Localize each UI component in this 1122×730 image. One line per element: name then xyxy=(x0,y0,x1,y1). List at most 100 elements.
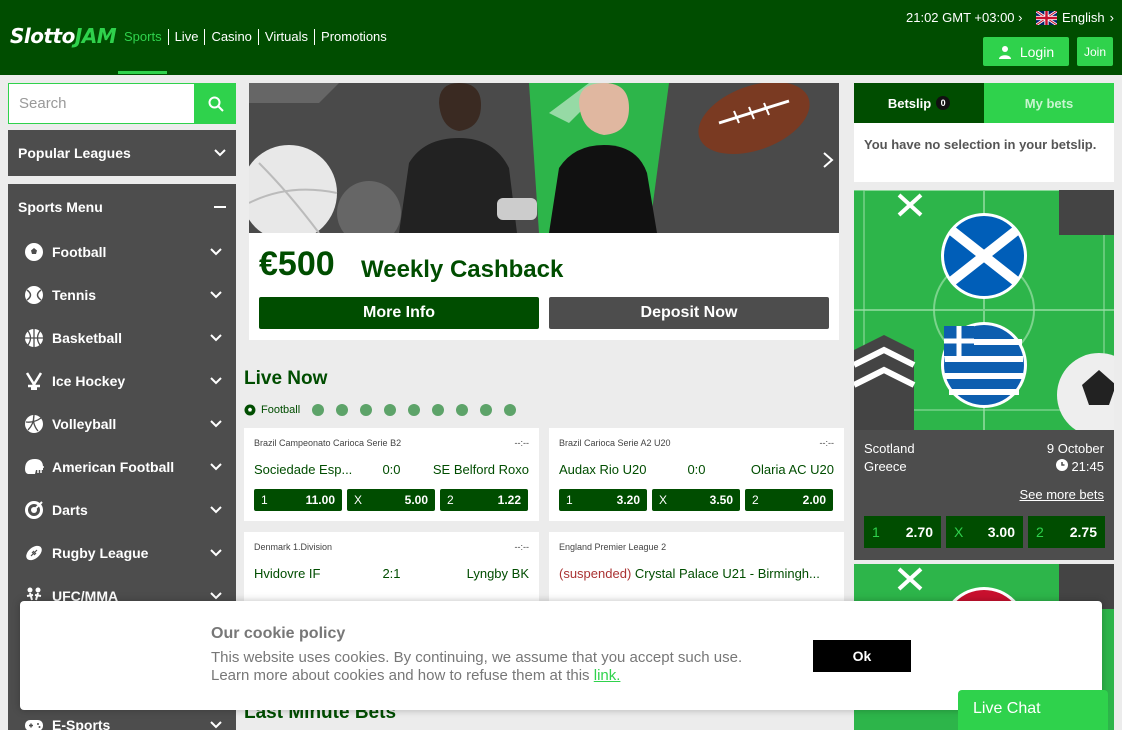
odds-away-button[interactable]: 2 2.00 xyxy=(745,489,833,511)
away-team: Lyngby BK xyxy=(466,566,529,581)
odds-row: 1 3.20 X 3.50 2 2.00 xyxy=(559,489,833,511)
login-button[interactable]: Login xyxy=(983,37,1069,66)
chevron-down-icon xyxy=(210,333,222,341)
sidebar-item-darts[interactable]: Darts xyxy=(8,488,236,531)
active-nav-indicator xyxy=(118,71,167,74)
american-football-helmet-icon xyxy=(23,456,45,478)
sidebar-item-tennis[interactable]: Tennis xyxy=(8,273,236,316)
clock-icon xyxy=(1055,459,1068,471)
nav-live[interactable]: Live xyxy=(167,29,205,45)
betslip-empty-message: You have no selection in your betslip. xyxy=(854,123,1114,182)
search-bar: Search xyxy=(8,83,236,124)
filter-cricket[interactable] xyxy=(408,404,421,416)
promo-amount: €500 xyxy=(259,245,335,283)
match-league: Brazil Campeonato Carioca Serie B2 xyxy=(254,438,402,448)
featured-odds-row: 1 2.70 X 3.00 2 2.75 xyxy=(864,516,1105,548)
sidebar-item-football[interactable]: Football xyxy=(8,230,236,273)
more-info-button[interactable]: More Info xyxy=(259,297,539,329)
deposit-now-button[interactable]: Deposit Now xyxy=(549,297,829,329)
sidebar-item-volleyball[interactable]: Volleyball xyxy=(8,402,236,445)
chevron-down-icon xyxy=(210,591,222,599)
cookie-ok-button[interactable]: Ok xyxy=(813,640,911,672)
chevron-down-icon xyxy=(214,149,226,157)
odds-away-button[interactable]: 2 2.75 xyxy=(1028,516,1105,548)
badminton-icon xyxy=(432,404,445,416)
chevron-down-icon xyxy=(210,290,222,298)
featured-match-card[interactable]: Scotland Greece 9 October 21:45 See more… xyxy=(854,190,1114,560)
chevron-down-icon xyxy=(210,462,222,470)
nav-promotions[interactable]: Promotions xyxy=(314,29,393,45)
volleyball-icon xyxy=(360,404,373,416)
join-button[interactable]: Join xyxy=(1077,37,1113,66)
collapse-icon[interactable] xyxy=(214,206,226,208)
match-card[interactable]: Brazil Campeonato Carioca Serie B2 --:--… xyxy=(244,428,539,521)
betslip-count-badge: 0 xyxy=(936,96,951,110)
nav-casino[interactable]: Casino xyxy=(204,29,257,45)
basketball-icon xyxy=(23,327,45,349)
promo-title: Weekly Cashback xyxy=(361,256,564,283)
cookie-policy-link[interactable]: link. xyxy=(594,667,621,684)
football-icon xyxy=(23,241,45,263)
tab-my-bets[interactable]: My bets xyxy=(984,83,1114,123)
tab-betslip[interactable]: Betslip 0 xyxy=(854,83,984,123)
live-chat-button[interactable]: Live Chat xyxy=(958,690,1108,730)
filter-badminton[interactable] xyxy=(432,404,445,416)
match-league: Denmark 1.Division xyxy=(254,542,333,552)
cookie-title: Our cookie policy xyxy=(211,625,346,642)
live-now-heading: Live Now xyxy=(244,368,328,389)
tennis-icon xyxy=(336,404,349,416)
banner-artwork xyxy=(249,83,839,233)
athletics-icon xyxy=(456,404,469,416)
chevron-down-icon xyxy=(210,505,222,513)
main-nav: Sports Live Casino Virtuals Promotions xyxy=(118,29,393,45)
clock-display[interactable]: 21:02 GMT +03:00 › xyxy=(906,10,1022,25)
odds-draw-button[interactable]: X 3.00 xyxy=(946,516,1023,548)
rugby-ball-icon xyxy=(23,542,45,564)
nav-virtuals[interactable]: Virtuals xyxy=(257,29,314,45)
odds-draw-button[interactable]: X 5.00 xyxy=(347,489,435,511)
nav-sports[interactable]: Sports xyxy=(118,29,168,45)
user-icon xyxy=(998,45,1011,59)
sport-filter-bar: Football xyxy=(244,404,528,416)
see-more-bets-link[interactable]: See more bets xyxy=(1019,487,1104,502)
match-title: (suspended) Crystal Palace U21 - Birming… xyxy=(559,566,820,581)
sidebar-item-ice-hockey[interactable]: Ice Hockey xyxy=(8,359,236,402)
language-selector[interactable]: English › xyxy=(1036,10,1114,25)
match-time: --:-- xyxy=(514,438,530,448)
odds-away-button[interactable]: 2 1.22 xyxy=(440,489,528,511)
filter-horse-racing[interactable] xyxy=(480,404,493,416)
sidebar-item-rugby-league[interactable]: Rugby League xyxy=(8,531,236,574)
sports-menu-title: Sports Menu xyxy=(18,199,103,215)
odds-draw-button[interactable]: X 3.50 xyxy=(652,489,740,511)
filter-table-tennis[interactable] xyxy=(384,404,397,416)
cookie-text: This website uses cookies. By continuing… xyxy=(211,649,743,684)
filter-basketball[interactable] xyxy=(312,404,325,416)
sidebar-item-american-football[interactable]: American Football xyxy=(8,445,236,488)
filter-athletics[interactable] xyxy=(456,404,469,416)
top-header: SlottoJAM Sports Live Casino Virtuals Pr… xyxy=(0,0,1122,75)
popular-leagues-panel[interactable]: Popular Leagues xyxy=(8,130,236,176)
filter-football[interactable]: Football xyxy=(244,404,300,416)
odds-home-button[interactable]: 1 11.00 xyxy=(254,489,342,511)
filter-volleyball[interactable] xyxy=(360,404,373,416)
match-card[interactable]: Brazil Carioca Serie A2 U20 --:-- Audax … xyxy=(549,428,844,521)
gamepad-icon xyxy=(23,714,45,730)
odds-home-button[interactable]: 1 2.70 xyxy=(864,516,941,548)
table-tennis-icon xyxy=(384,404,397,416)
search-button[interactable] xyxy=(195,83,236,124)
search-input[interactable]: Search xyxy=(8,83,195,124)
filter-esports[interactable] xyxy=(504,404,517,416)
filter-tennis[interactable] xyxy=(336,404,349,416)
sidebar-item-basketball[interactable]: Basketball xyxy=(8,316,236,359)
chevron-down-icon xyxy=(210,548,222,556)
football-icon xyxy=(244,404,256,416)
odds-home-button[interactable]: 1 3.20 xyxy=(559,489,647,511)
match-league: England Premier League 2 xyxy=(559,542,667,552)
away-team: Olaria AC U20 xyxy=(750,462,834,477)
featured-time: 21:45 xyxy=(1055,459,1104,474)
site-logo[interactable]: SlottoJAM xyxy=(10,24,117,48)
banner-image[interactable] xyxy=(249,83,839,233)
tennis-icon xyxy=(23,284,45,306)
volleyball-icon xyxy=(23,413,45,435)
basketball-icon xyxy=(312,404,325,416)
